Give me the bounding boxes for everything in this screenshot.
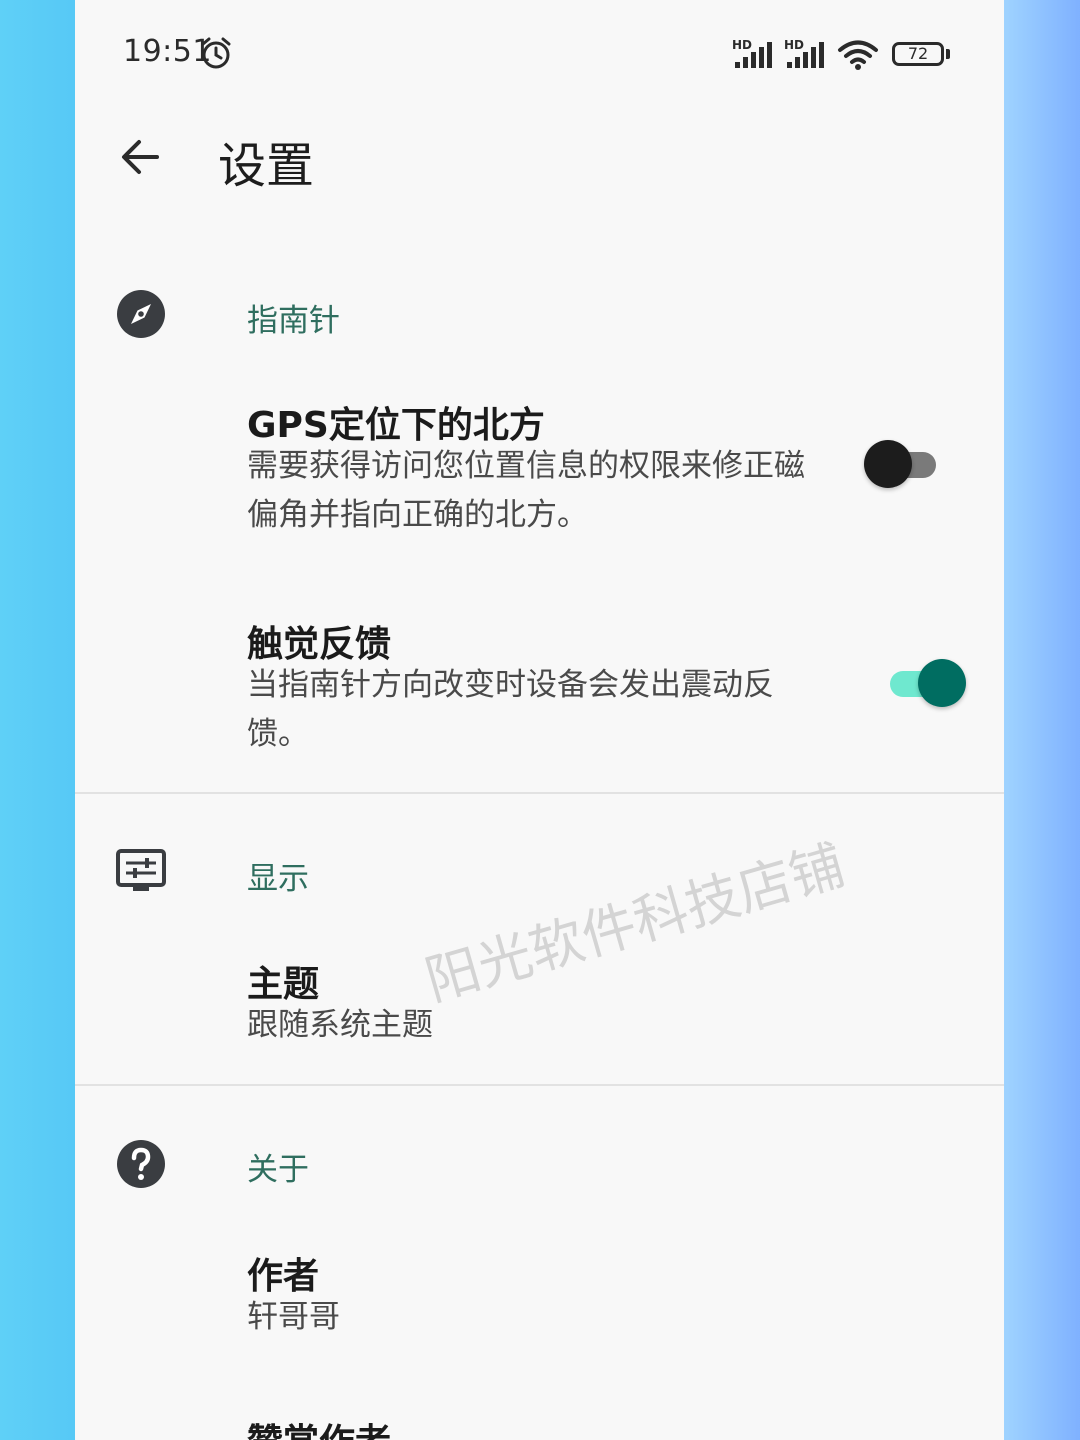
- alarm-clock-icon: [201, 37, 231, 69]
- item-title: GPS定位下的北方: [247, 405, 545, 446]
- section-title-compass: 指南针: [247, 303, 340, 339]
- section-divider: [75, 792, 1004, 794]
- battery-indicator: 72: [892, 42, 944, 66]
- compass-icon: [117, 290, 165, 338]
- gps-north-switch[interactable]: [864, 440, 944, 490]
- page-title: 设置: [218, 138, 315, 194]
- item-title: 主题: [247, 964, 320, 1005]
- help-circle-icon: [117, 1140, 165, 1188]
- display-settings-icon: [116, 849, 166, 891]
- section-title-about: 关于: [247, 1152, 309, 1188]
- item-summary: 轩哥哥: [247, 1299, 340, 1335]
- switch-thumb: [918, 659, 966, 707]
- switch-thumb: [864, 440, 912, 488]
- item-title: 作者: [247, 1256, 320, 1297]
- section-divider: [75, 1084, 1004, 1086]
- cell-signal-icon: HD: [732, 38, 778, 72]
- cell-signal-icon: HD: [784, 38, 830, 72]
- arrow-left-icon[interactable]: [115, 130, 169, 184]
- item-title: 触觉反馈: [247, 624, 392, 665]
- battery-tip: [946, 49, 950, 59]
- watermark: 阳光软件科技店铺: [418, 833, 852, 1014]
- wifi-icon: [838, 40, 878, 70]
- item-summary: 当指南针方向改变时设备会发出震动反馈。: [247, 667, 774, 752]
- item-summary: 跟随系统主题: [247, 1007, 433, 1043]
- section-title-display: 显示: [247, 861, 309, 897]
- item-summary: 需要获得访问您位置信息的权限来修正磁偏角并指向正确的北方。: [247, 448, 805, 533]
- item-title: 赞赏作者: [247, 1413, 391, 1440]
- settings-screen: 19:51 HD HD 72 设置 指南针 GPS定位下的北方 需要获得访问您位…: [75, 0, 1004, 1440]
- status-bar: 19:51 HD HD 72: [75, 0, 1004, 110]
- haptic-feedback-switch[interactable]: [880, 659, 966, 709]
